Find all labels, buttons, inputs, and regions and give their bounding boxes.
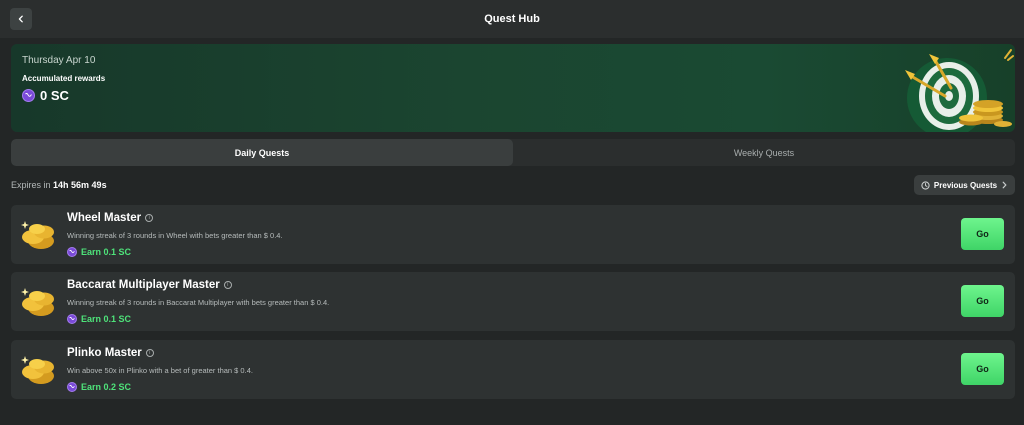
sc-coin-icon <box>67 314 77 324</box>
quest-card-baccarat-multiplayer-master: Baccarat Multiplayer Master i Winning st… <box>11 272 1015 331</box>
rewards-banner: Thursday Apr 10 Accumulated rewards 0 SC <box>11 44 1015 132</box>
sc-coin-icon <box>67 247 77 257</box>
quest-description: Win above 50x in Plinko with a bet of gr… <box>67 366 253 375</box>
expires-time: 14h 56m 49s <box>53 180 107 190</box>
quest-card-wheel-master: Wheel Master i Winning streak of 3 round… <box>11 205 1015 264</box>
quest-reward: Earn 0.1 SC <box>67 314 131 324</box>
quest-tabs: Daily Quests Weekly Quests <box>11 139 1015 166</box>
page-title: Quest Hub <box>484 13 540 25</box>
tab-daily-quests[interactable]: Daily Quests <box>11 139 513 166</box>
gold-coins-icon <box>21 288 54 316</box>
go-button[interactable]: Go <box>961 285 1004 317</box>
expires-label: Expires in <box>11 180 51 190</box>
banner-date: Thursday Apr 10 <box>22 55 96 66</box>
quest-card-plinko-master: Plinko Master i Win above 50x in Plinko … <box>11 340 1015 399</box>
sc-coin-icon <box>22 89 35 102</box>
quest-description: Winning streak of 3 rounds in Wheel with… <box>67 231 283 240</box>
quest-title: Baccarat Multiplayer Master <box>67 279 220 291</box>
sc-coin-icon <box>67 382 77 392</box>
quest-description: Winning streak of 3 rounds in Baccarat M… <box>67 298 330 307</box>
expires-countdown: Expires in 14h 56m 49s <box>11 180 107 190</box>
quest-reward-text: Earn 0.1 SC <box>81 314 132 324</box>
previous-quests-label: Previous Quests <box>933 180 998 190</box>
go-button[interactable]: Go <box>961 218 1004 250</box>
back-button[interactable] <box>10 8 32 30</box>
accumulated-rewards-label: Accumulated rewards <box>22 74 106 83</box>
gold-coins-icon <box>21 221 54 249</box>
info-icon[interactable]: i <box>223 281 232 289</box>
quest-reward: Earn 0.2 SC <box>67 382 131 392</box>
tab-weekly-quests[interactable]: Weekly Quests <box>513 139 1015 166</box>
chevron-left-icon <box>18 15 23 23</box>
history-clock-icon <box>921 180 930 190</box>
info-icon[interactable]: i <box>145 349 154 357</box>
quest-reward-text: Earn 0.1 SC <box>81 247 132 257</box>
quest-reward: Earn 0.1 SC <box>67 247 131 257</box>
accumulated-rewards-amount: 0 SC <box>22 88 69 103</box>
rewards-amount-value: 0 SC <box>40 88 69 103</box>
quest-title: Wheel Master <box>67 212 142 224</box>
dartboard-coins-illustration <box>905 49 1014 132</box>
previous-quests-button[interactable]: Previous Quests <box>914 175 1015 195</box>
go-button[interactable]: Go <box>961 353 1004 385</box>
gold-coins-icon <box>21 356 54 384</box>
top-bar: Quest Hub <box>0 0 1024 38</box>
quest-title: Plinko Master <box>67 347 142 359</box>
info-icon[interactable]: i <box>145 214 154 222</box>
quest-reward-text: Earn 0.2 SC <box>81 382 132 392</box>
chevron-right-icon <box>1002 181 1007 189</box>
